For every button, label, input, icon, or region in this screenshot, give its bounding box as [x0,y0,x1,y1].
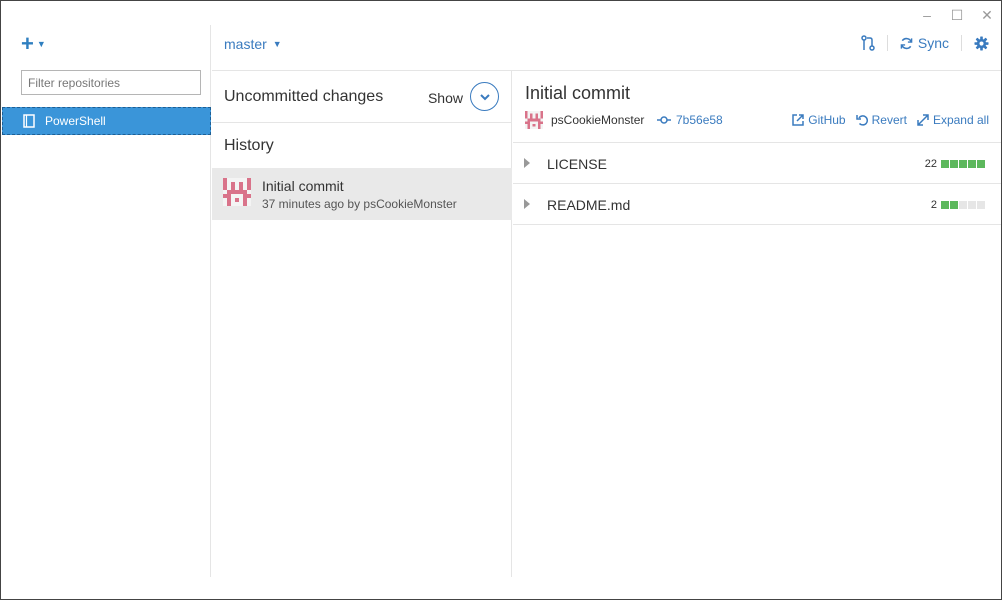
commit-list-item[interactable]: Initial commit 37 minutes ago by psCooki… [212,168,512,220]
show-changes-button[interactable] [470,82,499,111]
github-label: GitHub [808,113,846,127]
repo-book-icon [23,114,35,128]
show-label[interactable]: Show [428,90,463,106]
commit-author: psCookieMonster [525,111,644,129]
app-window: – ☐ ✕ + ▼ PowerShell master ▼ [0,0,1002,600]
expand-all-label: Expand all [932,113,989,127]
open-github-button[interactable]: GitHub [792,113,846,127]
history-title: History [224,137,274,154]
sync-button[interactable]: Sync [900,35,949,51]
file-row-license[interactable]: LICENSE 22 [513,143,1001,184]
diff-bar-added [950,160,958,168]
diff-stat: 2 [931,199,985,211]
file-row-readme[interactable]: README.md 2 [513,184,1001,225]
revert-label: Revert [871,113,907,127]
plus-icon: + [21,31,34,56]
divider [961,35,962,51]
caret-down-icon: ▼ [36,39,46,49]
sync-label: Sync [917,35,949,51]
file-name: LICENSE [547,156,607,172]
sync-icon [900,37,913,49]
toolbar-actions: Sync [861,35,989,51]
expand-all-button[interactable]: Expand all [917,113,989,127]
divider [886,35,888,51]
diff-bar-empty [959,201,967,209]
expand-icon [917,114,929,126]
changes-history-pane: Uncommitted changes Show History Initial… [212,71,512,577]
commit-meta: 37 minutes ago by psCookieMonster [262,197,457,211]
diff-bars [941,160,985,168]
pull-request-icon[interactable] [861,35,875,51]
repository-sidebar: + ▼ PowerShell [1,25,211,577]
repository-name: PowerShell [45,114,106,128]
chevron-down-icon [479,93,490,100]
caret-down-icon: ▼ [272,39,282,49]
diff-bar-added [959,160,967,168]
avatar [223,178,251,206]
uncommitted-changes-header: Uncommitted changes Show [212,71,511,123]
commit-detail-pane: Initial commit psCookieMonster 7b56e58 G… [513,71,1001,577]
filter-repositories-input[interactable] [21,70,201,95]
external-link-icon [792,114,804,126]
branch-name: master [224,36,267,52]
changed-files-list: LICENSE 22 README.md 2 [513,142,1001,225]
expand-triangle-icon[interactable] [524,158,530,168]
toolbar: master ▼ Sync [212,25,1001,71]
addition-count: 2 [930,199,937,211]
uncommitted-title: Uncommitted changes [224,88,384,105]
commit-title: Initial commit [525,83,631,103]
close-button[interactable]: ✕ [979,7,995,24]
revert-button[interactable]: Revert [855,113,907,127]
branch-selector[interactable]: master ▼ [224,36,282,52]
diff-bar-empty [968,201,976,209]
author-name: psCookieMonster [551,113,645,127]
commit-message: Initial commit [262,178,344,194]
diff-stat: 22 [925,158,985,170]
revert-icon [855,115,868,126]
add-repository-button[interactable]: + ▼ [21,33,46,55]
diff-bar-added [977,160,985,168]
diff-bar-added [968,160,976,168]
addition-count: 22 [924,158,937,170]
repository-item-powershell[interactable]: PowerShell [2,107,211,135]
sha-label: 7b56e58 [676,113,723,127]
diff-bar-added [941,160,949,168]
commit-sha[interactable]: 7b56e58 [657,113,723,127]
diff-bar-empty [977,201,985,209]
commit-icon [657,116,671,124]
diff-bar-added [941,201,949,209]
minimize-button[interactable]: – [919,7,935,24]
commit-actions: GitHub Revert Expand all [792,113,989,127]
expand-triangle-icon[interactable] [524,199,530,209]
window-controls: – ☐ ✕ [919,7,995,24]
avatar [525,111,543,129]
diff-bar-added [950,201,958,209]
file-name: README.md [547,197,631,213]
gear-icon[interactable] [974,35,989,51]
maximize-button[interactable]: ☐ [949,7,965,24]
diff-bars [941,201,985,209]
